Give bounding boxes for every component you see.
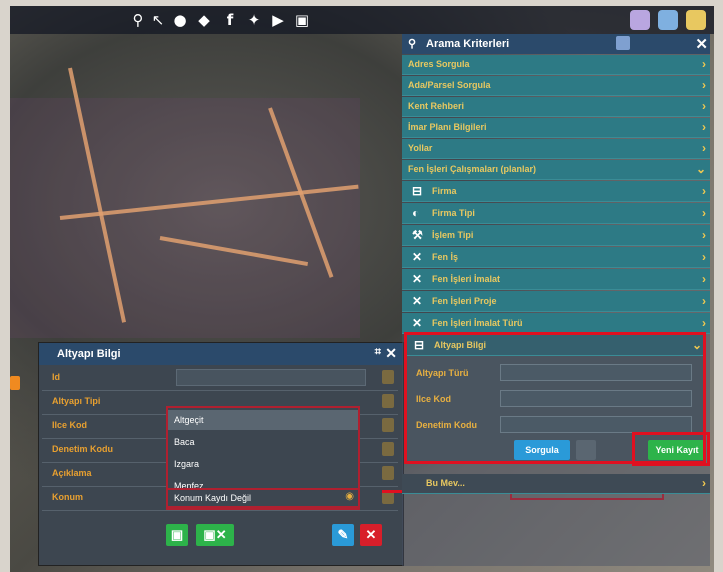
- cross-icon: ✕: [412, 294, 423, 308]
- panel-subrow[interactable]: ✕ Fen İşleri Proje ›: [402, 291, 710, 312]
- infra-highlight: [404, 332, 706, 464]
- chevron-right-icon: ›: [702, 120, 706, 134]
- row-label: Açıklama: [52, 468, 92, 478]
- dialog-header: Altyapı Bilgi ⌗ ✕: [39, 343, 403, 365]
- panel-row-guide[interactable]: Kent Rehberi ›: [402, 97, 710, 117]
- row-label: Konum: [52, 492, 83, 502]
- row-label: Denetim Kodu: [52, 444, 114, 454]
- chevron-right-icon: ›: [702, 316, 706, 330]
- row-label: Altyapı Tipi: [52, 396, 101, 406]
- paint-icon: ◐: [412, 206, 420, 220]
- chevron-right-icon: ›: [702, 476, 706, 490]
- close-icon[interactable]: ✕: [385, 345, 397, 362]
- apple-icon[interactable]: ●: [172, 11, 188, 29]
- row-label: Ilce Kod: [52, 420, 88, 430]
- delete-button[interactable]: ✕: [360, 524, 382, 546]
- panel-subrow[interactable]: ✕ Fen İş ›: [402, 247, 710, 268]
- panel-subrow[interactable]: ⊟ Firma ›: [402, 181, 710, 202]
- id-input[interactable]: [176, 369, 366, 386]
- save-close-button[interactable]: ▣✕: [196, 524, 234, 546]
- brush-icon: ⊟: [412, 184, 423, 198]
- dropdown-option[interactable]: Altgeçit: [168, 410, 358, 430]
- panel-row-plan[interactable]: İmar Planı Bilgileri ›: [402, 118, 710, 138]
- instagram-icon[interactable]: ▣: [294, 11, 310, 29]
- chevron-right-icon: ›: [702, 250, 706, 264]
- chevron-right-icon: ›: [702, 57, 706, 71]
- dropdown-option[interactable]: Izgara: [168, 454, 358, 474]
- chevron-right-icon: ›: [702, 228, 706, 242]
- search-panel-button[interactable]: [630, 10, 650, 30]
- edit-button[interactable]: ✎: [332, 524, 354, 546]
- panel-row-address[interactable]: Adres Sorgula ›: [402, 55, 710, 75]
- youtube-icon[interactable]: ▶: [270, 11, 286, 29]
- eye-icon[interactable]: ◉: [345, 491, 354, 502]
- edit-icon[interactable]: [382, 394, 394, 408]
- panel-subrow[interactable]: ⚒ İşlem Tipi ›: [402, 225, 710, 246]
- chevron-down-icon: ⌄: [695, 162, 706, 176]
- search-icon: ⚲: [408, 38, 417, 50]
- twitter-icon[interactable]: ✦: [246, 11, 262, 29]
- top-toolbar: ⚲ ↖ ● ◆ f ✦ ▶ ▣: [10, 6, 714, 34]
- chevron-right-icon: ›: [702, 99, 706, 113]
- location-field[interactable]: Konum Kaydı Değil ◉: [166, 488, 360, 508]
- panel-title: Arama Kriterleri: [426, 38, 510, 50]
- panel-header: ⚲ Arama Kriterleri ✕: [402, 34, 710, 54]
- settings-icon[interactable]: [616, 36, 630, 50]
- panel-row-more[interactable]: Bu Mev... ›: [402, 474, 710, 494]
- cursor-icon[interactable]: ↖: [150, 11, 166, 29]
- download-button[interactable]: [686, 10, 706, 30]
- location-value: Konum Kaydı Değil: [174, 493, 252, 503]
- edit-icon[interactable]: [382, 442, 394, 456]
- edit-icon[interactable]: [382, 418, 394, 432]
- panel-row-works[interactable]: Fen İşleri Çalışmaları (planlar) ⌄: [402, 160, 710, 180]
- save-button[interactable]: ▣: [166, 524, 188, 546]
- cross-icon: ✕: [412, 272, 423, 286]
- search-icon[interactable]: ⚲: [130, 11, 146, 29]
- panel-subrow[interactable]: ✕ Fen İşleri İmalat ›: [402, 269, 710, 290]
- dialog-title: Altyapı Bilgi: [57, 348, 121, 360]
- cross-icon: ✕: [412, 250, 423, 264]
- row-label: Id: [52, 372, 60, 382]
- panel-row-parcel[interactable]: Ada/Parsel Sorgula ›: [402, 76, 710, 96]
- cross-icon: ✕: [412, 316, 423, 330]
- chevron-right-icon: ›: [702, 78, 706, 92]
- map-marker[interactable]: [10, 376, 20, 390]
- chevron-right-icon: ›: [702, 141, 706, 155]
- facebook-icon[interactable]: f: [222, 11, 238, 29]
- panel-subrow[interactable]: ◐ Firma Tipi ›: [402, 203, 710, 224]
- layers-button[interactable]: [658, 10, 678, 30]
- panel-subrow[interactable]: ✕ Fen İşleri İmalat Türü ›: [402, 313, 710, 334]
- edit-icon[interactable]: [382, 370, 394, 384]
- chevron-right-icon: ›: [702, 272, 706, 286]
- dialog-row-id: Id: [42, 366, 398, 391]
- chevron-right-icon: ›: [702, 184, 706, 198]
- android-icon[interactable]: ◆: [196, 11, 212, 29]
- chevron-right-icon: ›: [702, 206, 706, 220]
- pin-icon[interactable]: ⌗: [375, 346, 381, 359]
- chevron-right-icon: ›: [702, 294, 706, 308]
- close-icon[interactable]: ✕: [695, 35, 708, 53]
- edit-icon[interactable]: [382, 466, 394, 480]
- dropdown-option[interactable]: Baca: [168, 432, 358, 452]
- tools-icon: ⚒: [412, 228, 423, 242]
- panel-row-roads[interactable]: Yollar ›: [402, 139, 710, 159]
